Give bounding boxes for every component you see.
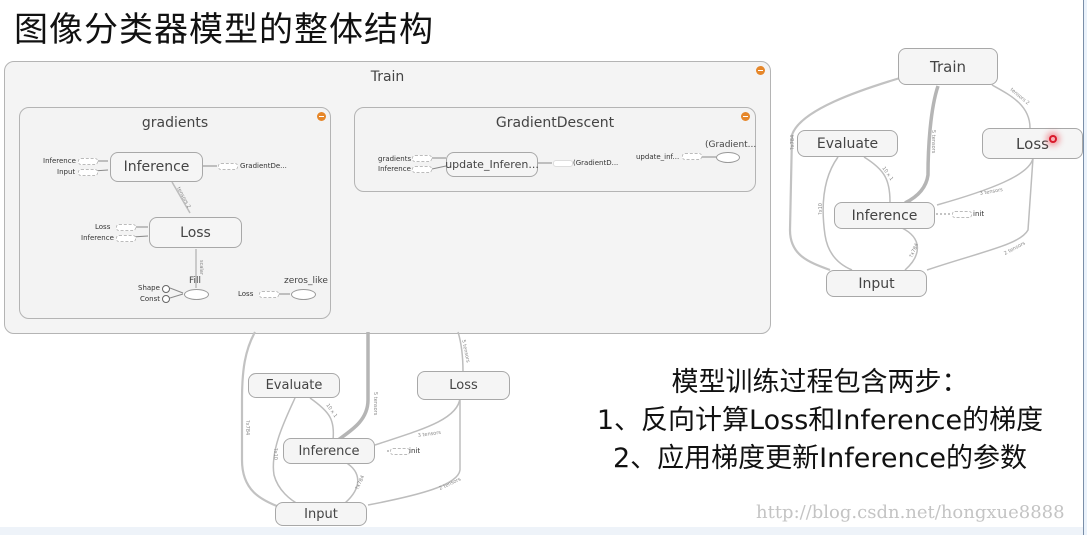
input-stub [412,166,432,173]
summary-step-2: 2、应用梯度更新Inference的参数 [612,443,1028,474]
input-stub [412,155,432,162]
node-loss-selected[interactable]: Loss [982,128,1083,159]
bottom-strip [0,527,1087,535]
edge [169,287,184,299]
input-stub [78,158,98,165]
node-update-inference[interactable]: update_Inferen... [445,152,539,177]
node-fill[interactable] [184,289,209,300]
edge-label: 2 tensors [1003,240,1027,256]
edge-label: tensors 2 [175,186,191,209]
edge-label: scalar [198,260,204,276]
edge-label: 3 tensors [979,187,1003,197]
node-label-fill: Fill [189,276,202,286]
edge-label: 5 tensors [930,130,936,154]
init-stub [390,448,410,455]
summary-heading: 模型训练过程包含两步： [671,367,969,398]
node-loss[interactable]: Loss [149,217,242,248]
node-gradient-output[interactable] [716,152,740,163]
node-label: Loss [449,378,478,393]
edge-inference-input [344,461,359,504]
node-input[interactable]: Input [826,270,927,297]
node-input[interactable]: Input [275,502,367,526]
node-label-init: init [409,447,421,455]
input-label: update_inf... [636,153,680,161]
edge-label: 2 tensors [438,476,462,491]
edge-evaluate-inference [863,156,891,203]
input-label: gradients [378,155,412,163]
output-stub [218,163,238,170]
watermark: http://blog.csdn.net/hongxue8888 [756,502,1065,523]
edge-label: 5 tensors [372,392,378,416]
input-label: Input [57,168,76,176]
node-label: Train [930,57,966,76]
node-label: Input [304,506,338,522]
node-label: Inference [851,207,918,224]
input-label: Loss [95,223,111,231]
edge-train-inference [336,332,370,442]
node-label-zeros-like: zeros_like [284,276,328,286]
summary-step-1: 1、反向计算Loss和Inference的梯度 [596,405,1044,436]
selection-indicator-icon [1049,135,1057,143]
edge-label: 10 x 1 [324,403,338,419]
input-label: Inference [378,165,411,173]
constant-icon [162,285,170,293]
input-stub [259,291,279,298]
input-label: Inference [43,157,76,165]
edge [431,165,447,170]
node-label: update_Inferen... [445,158,539,171]
node-inference[interactable]: Inference [283,438,375,464]
input-label: Loss [238,290,254,298]
edge-loss-inference [936,157,1034,206]
input-label: Inference [81,234,114,242]
node-train[interactable]: Train [898,48,998,85]
edge-label: ?x10 [818,203,824,215]
edge-label: ?x784 [354,475,366,491]
input-stub [78,169,98,176]
node-label: Input [858,275,895,292]
node-inference[interactable]: Inference [834,202,935,229]
edge-label: ?x10 [272,448,278,460]
node-inference[interactable]: Inference [110,152,203,182]
input-stub [682,153,702,160]
edge-label: ?x784 [790,135,796,150]
output-stub [553,160,573,167]
right-border [1083,0,1087,535]
input-stub [116,235,136,242]
constant-icon [162,295,170,303]
node-label: Evaluate [265,378,323,393]
node-label: Loss [180,224,211,241]
edge-label: ?x784 [908,243,920,259]
node-label: Inference [298,443,360,459]
init-stub [952,211,972,218]
node-label: Evaluate [816,135,879,152]
summary-text: 模型训练过程包含两步： 1、反向计算Loss和Inference的梯度 2、应用… [560,364,1080,478]
input-label: Shape [138,284,160,292]
node-evaluate[interactable]: Evaluate [248,373,340,398]
node-evaluate[interactable]: Evaluate [797,130,898,157]
node-label: Loss [1016,134,1049,153]
edge-label: ?x784 [244,420,250,435]
output-label: GradientDe... [240,162,287,170]
node-zeros-like[interactable] [291,289,316,300]
output-label: (GradientD... [573,159,619,167]
edge-label: 3 tensors [417,430,441,439]
input-label: Const [140,295,160,303]
node-label-gradient-output: (Gradient... [705,140,757,150]
node-label-init: init [973,210,985,218]
edge-train-loss [457,331,464,373]
input-stub [116,224,136,231]
node-label: Inference [123,159,190,175]
node-loss[interactable]: Loss [417,371,510,400]
